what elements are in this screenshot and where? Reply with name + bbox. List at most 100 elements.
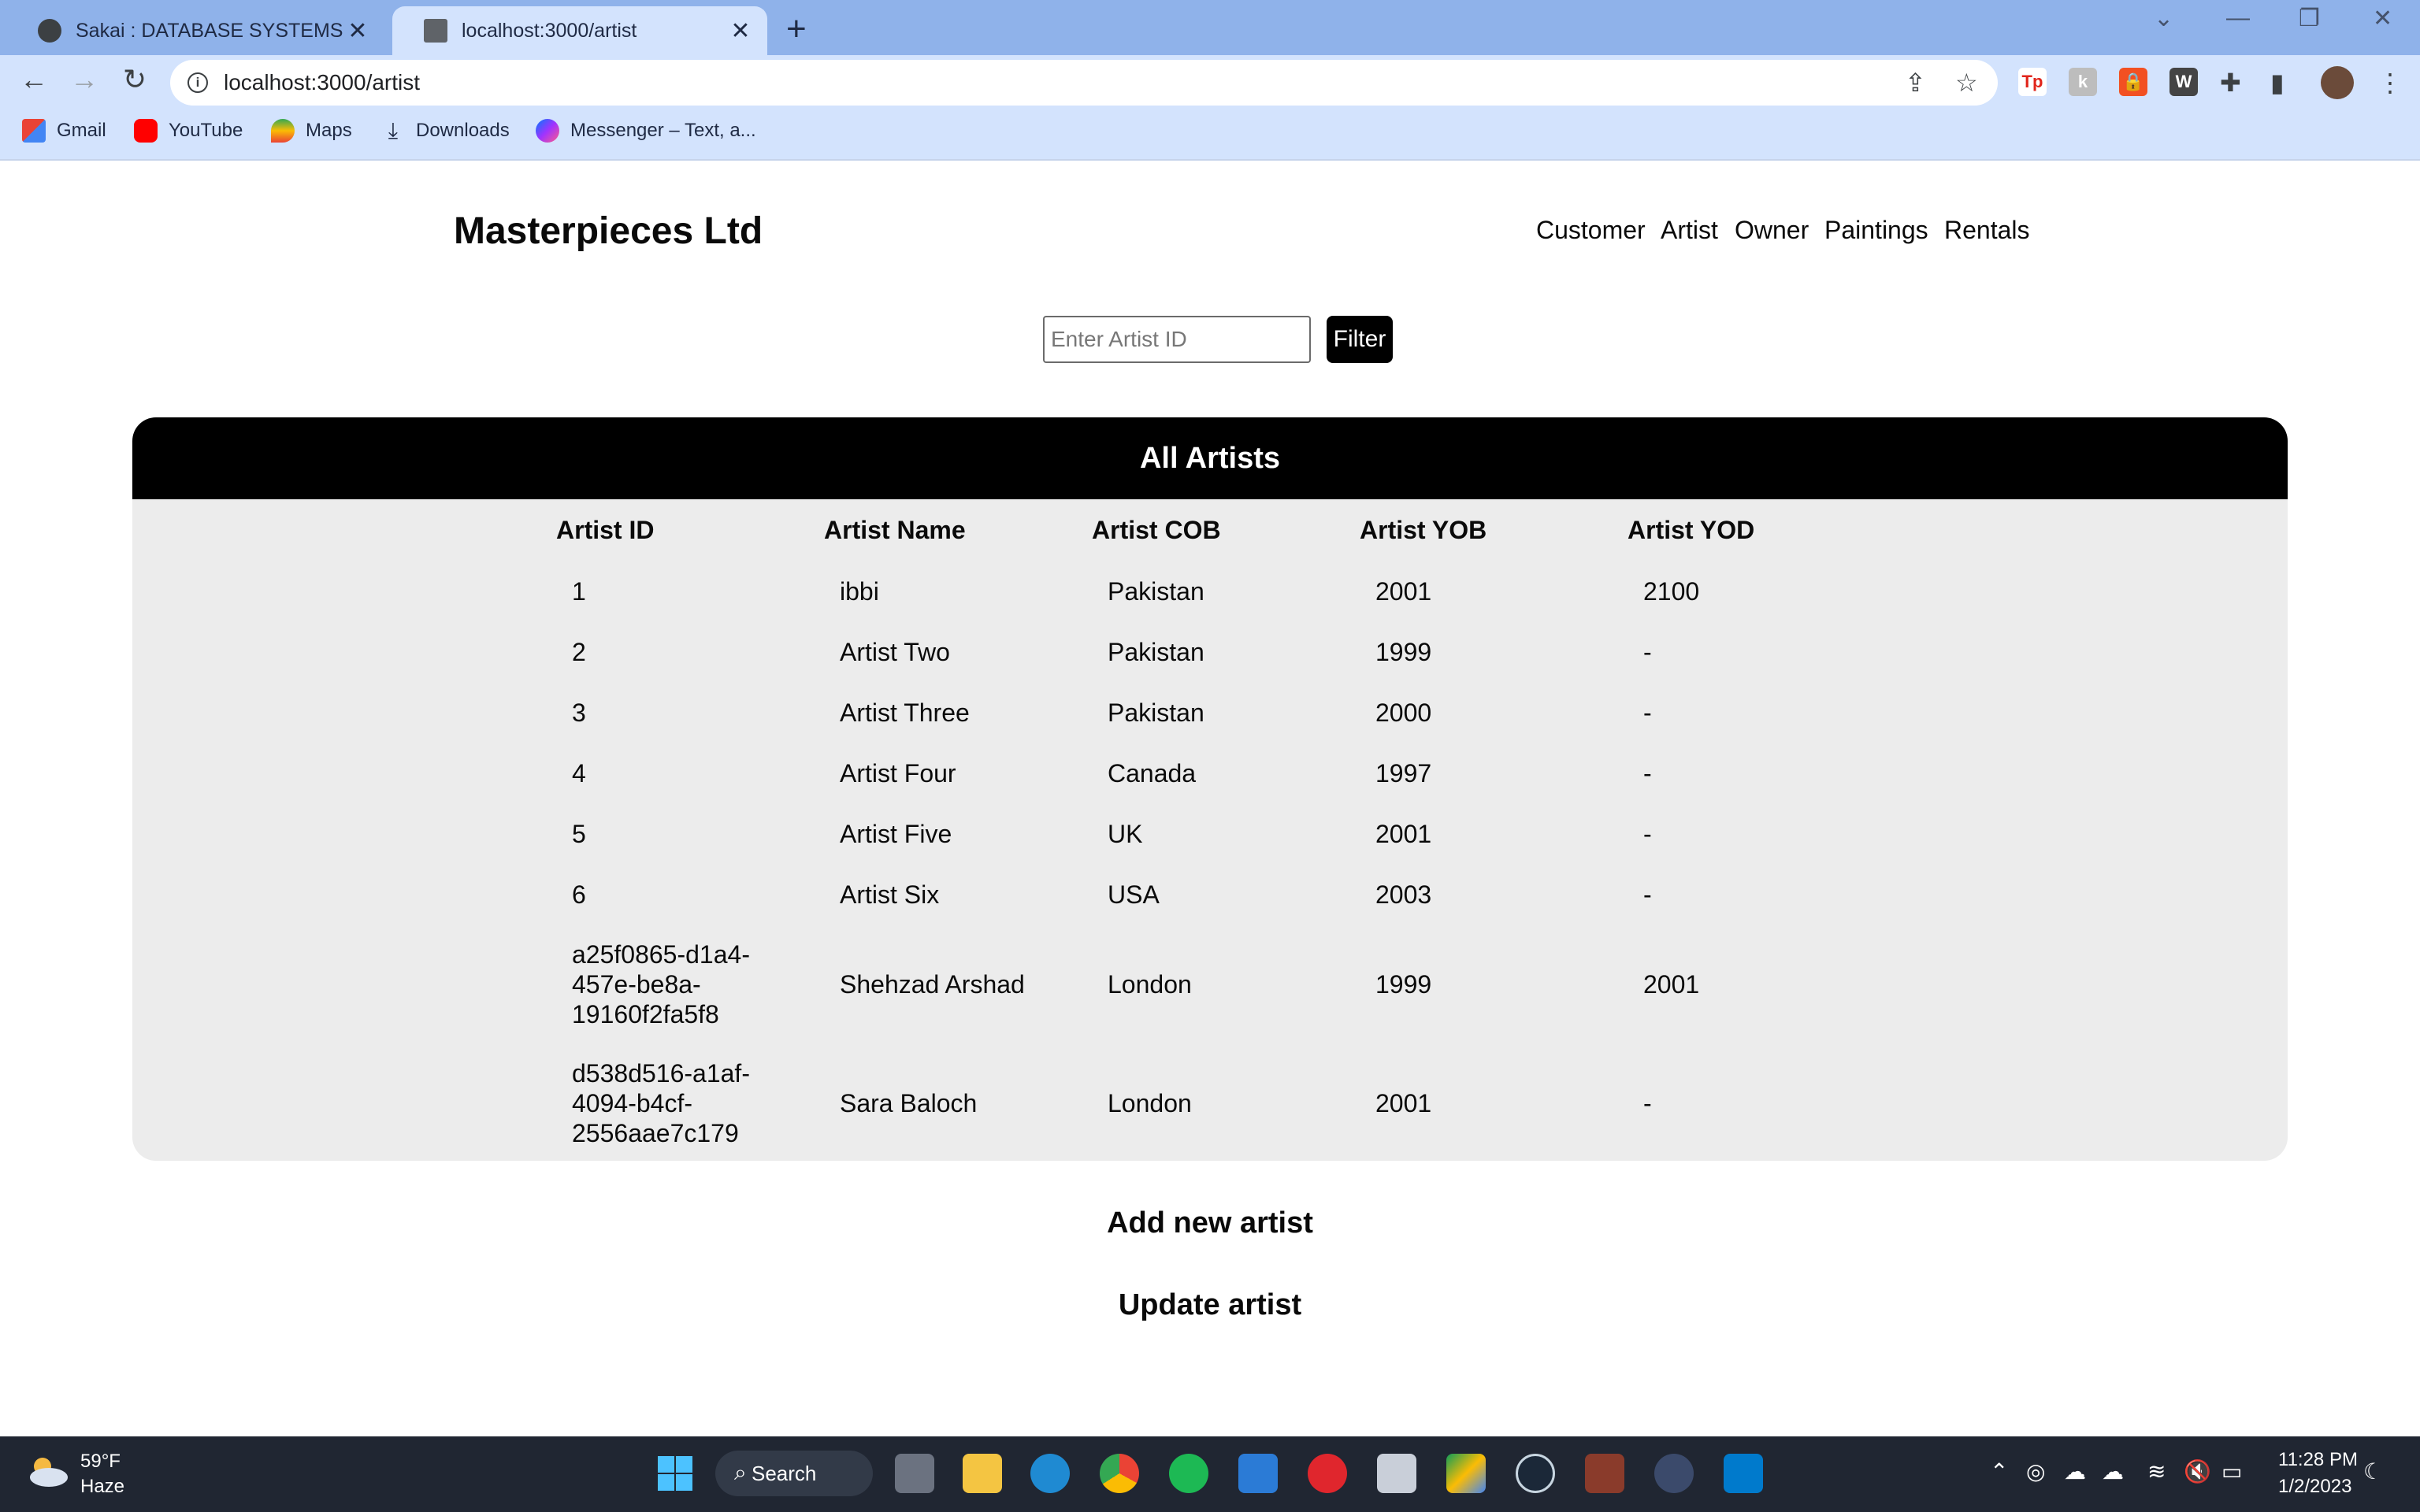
tray-app-icon[interactable]: ◎ — [2026, 1458, 2045, 1484]
cell-artist-cob: Pakistan — [1108, 576, 1204, 606]
cell-artist-yob: 1999 — [1375, 637, 1432, 666]
new-tab-icon[interactable]: + — [786, 9, 807, 49]
profile-avatar[interactable] — [2321, 66, 2354, 99]
spotify-icon[interactable] — [1169, 1454, 1208, 1493]
cell-artist-cob: UK — [1108, 819, 1143, 848]
clock-time[interactable]: 11:28 PM — [2278, 1449, 2358, 1471]
update-artist-link[interactable]: Update artist — [0, 1288, 2420, 1322]
tab-search-icon[interactable]: ⌄ — [2154, 5, 2173, 32]
microsoft-store-icon[interactable] — [1238, 1454, 1278, 1493]
table-row: a25f0865-d1a4- 457e-be8a- 19160f2fa5f8 S… — [542, 925, 1881, 1043]
artist-id-input[interactable] — [1043, 316, 1311, 363]
steam-icon[interactable] — [1516, 1454, 1555, 1493]
column-header: Artist YOD — [1628, 515, 1755, 544]
nav-link-paintings[interactable]: Paintings — [1824, 216, 1928, 245]
cell-artist-name: Artist Two — [840, 637, 950, 666]
table-row: 3 Artist Three Pakistan 2000 - — [542, 682, 1881, 743]
edge-icon[interactable] — [1030, 1454, 1070, 1493]
cell-artist-cob: Pakistan — [1108, 637, 1204, 666]
bookmark-label: Downloads — [416, 120, 510, 141]
wifi-icon[interactable]: ≋ — [2147, 1458, 2166, 1484]
vscode-icon[interactable] — [1724, 1454, 1763, 1493]
cell-artist-cob: London — [1108, 1088, 1192, 1117]
taskbar-search[interactable]: ⌕ Search — [715, 1451, 873, 1496]
volume-muted-icon[interactable]: 🔇 — [2184, 1458, 2211, 1484]
bookmark-label: Maps — [306, 120, 352, 141]
artist-id-line: 19160f2fa5f8 — [572, 999, 719, 1028]
nav-link-rentals[interactable]: Rentals — [1944, 216, 2030, 245]
filter-button[interactable]: Filter — [1327, 316, 1393, 363]
clock-date[interactable]: 1/2/2023 — [2278, 1476, 2351, 1498]
cloud-icon[interactable]: ☁ — [2102, 1458, 2124, 1484]
bookmark-star-icon[interactable]: ☆ — [1955, 68, 1978, 98]
notifications-moon-icon[interactable]: ☾ — [2363, 1458, 2383, 1484]
cell-artist-id: 6 — [572, 880, 586, 909]
table-row: 6 Artist Six USA 2003 - — [542, 864, 1881, 925]
artists-table-card: All Artists Artist ID Artist Name Artist… — [132, 417, 2288, 1161]
table-header-row: Artist ID Artist Name Artist COB Artist … — [542, 499, 1881, 561]
weather-cloud-icon[interactable] — [25, 1454, 69, 1488]
nav-link-artist[interactable]: Artist — [1661, 216, 1718, 245]
close-window-icon[interactable]: ✕ — [2373, 5, 2392, 32]
tab-artist[interactable]: localhost:3000/artist ✕ — [392, 6, 767, 55]
file-explorer-icon[interactable] — [963, 1454, 1002, 1493]
extension-lock-icon[interactable]: 🔒 — [2119, 68, 2147, 96]
cell-artist-id: 4 — [572, 758, 586, 788]
restore-icon[interactable]: ❐ — [2299, 5, 2320, 32]
media-player-icon[interactable] — [1585, 1454, 1624, 1493]
add-artist-link[interactable]: Add new artist — [0, 1206, 2420, 1240]
cell-artist-id: a25f0865-d1a4- 457e-be8a- 19160f2fa5f8 — [542, 925, 810, 1043]
extension-wr-icon[interactable]: W — [2169, 68, 2198, 96]
bookmark-downloads[interactable]: ⤓ Downloads — [381, 119, 510, 143]
back-icon[interactable]: ← — [14, 63, 54, 96]
bookmark-messenger[interactable]: Messenger – Text, a... — [536, 119, 756, 143]
address-bar[interactable]: i localhost:3000/artist — [170, 60, 1998, 106]
windows-start-icon[interactable] — [655, 1454, 695, 1493]
share-icon[interactable]: ⇪ — [1905, 68, 1926, 98]
search-label: Search — [752, 1461, 817, 1485]
menu-kebab-icon[interactable]: ⋮ — [2377, 68, 2403, 98]
task-view-icon[interactable] — [895, 1454, 934, 1493]
cell-artist-yob: 2003 — [1375, 880, 1432, 909]
nav-link-owner[interactable]: Owner — [1735, 216, 1809, 245]
bookmark-gmail[interactable]: Gmail — [22, 119, 106, 143]
search-icon: ⌕ — [734, 1460, 747, 1484]
tab-sakai[interactable]: Sakai : DATABASE SYSTEMS (Clas ✕ — [6, 6, 384, 55]
tray-chevron-icon[interactable]: ⌃ — [1990, 1458, 2008, 1484]
minimize-icon[interactable]: — — [2226, 5, 2250, 32]
cell-artist-name: Sara Baloch — [840, 1088, 978, 1117]
artist-id-line: 457e-be8a- — [572, 969, 701, 999]
tab-title: Sakai : DATABASE SYSTEMS (Clas — [76, 19, 347, 42]
cell-artist-yob: 2001 — [1375, 576, 1432, 606]
column-header: Artist ID — [556, 515, 655, 544]
google-drive-icon[interactable] — [1446, 1454, 1486, 1493]
close-tab-icon[interactable]: ✕ — [729, 17, 752, 45]
battery-icon[interactable]: ▭ — [2221, 1458, 2242, 1484]
app-circle-icon[interactable] — [1654, 1454, 1694, 1493]
extension-gray-icon[interactable]: k — [2069, 68, 2097, 96]
nav-link-customer[interactable]: Customer — [1536, 216, 1646, 245]
opera-icon[interactable] — [1308, 1454, 1347, 1493]
weather-temperature[interactable]: 59°F — [80, 1451, 121, 1473]
close-tab-icon[interactable]: ✕ — [347, 17, 369, 45]
snipping-tool-icon[interactable] — [1377, 1454, 1416, 1493]
side-panel-icon[interactable]: ▮ — [2270, 68, 2285, 98]
chrome-icon[interactable] — [1100, 1454, 1139, 1493]
extension-tp-icon[interactable]: Tp — [2018, 68, 2047, 96]
windows-taskbar — [0, 1436, 2420, 1512]
table-row: 2 Artist Two Pakistan 1999 - — [542, 621, 1881, 682]
site-brand: Masterpieces Ltd — [454, 210, 763, 252]
bookmark-maps[interactable]: Maps — [271, 119, 352, 143]
cell-artist-cob: USA — [1108, 880, 1160, 909]
weather-condition[interactable]: Haze — [80, 1476, 124, 1498]
extensions-puzzle-icon[interactable]: ✚ — [2220, 68, 2241, 98]
site-info-icon[interactable]: i — [187, 72, 208, 93]
cell-artist-yod: - — [1643, 637, 1652, 666]
forward-icon[interactable]: → — [65, 63, 104, 96]
table-row: 5 Artist Five UK 2001 - — [542, 803, 1881, 864]
reload-icon[interactable]: ↻ — [115, 63, 154, 96]
onedrive-icon[interactable]: ☁ — [2064, 1458, 2086, 1484]
bookmark-youtube[interactable]: YouTube — [134, 119, 243, 143]
gmail-icon — [22, 119, 46, 143]
artist-id-line: a25f0865-d1a4- — [572, 939, 750, 969]
